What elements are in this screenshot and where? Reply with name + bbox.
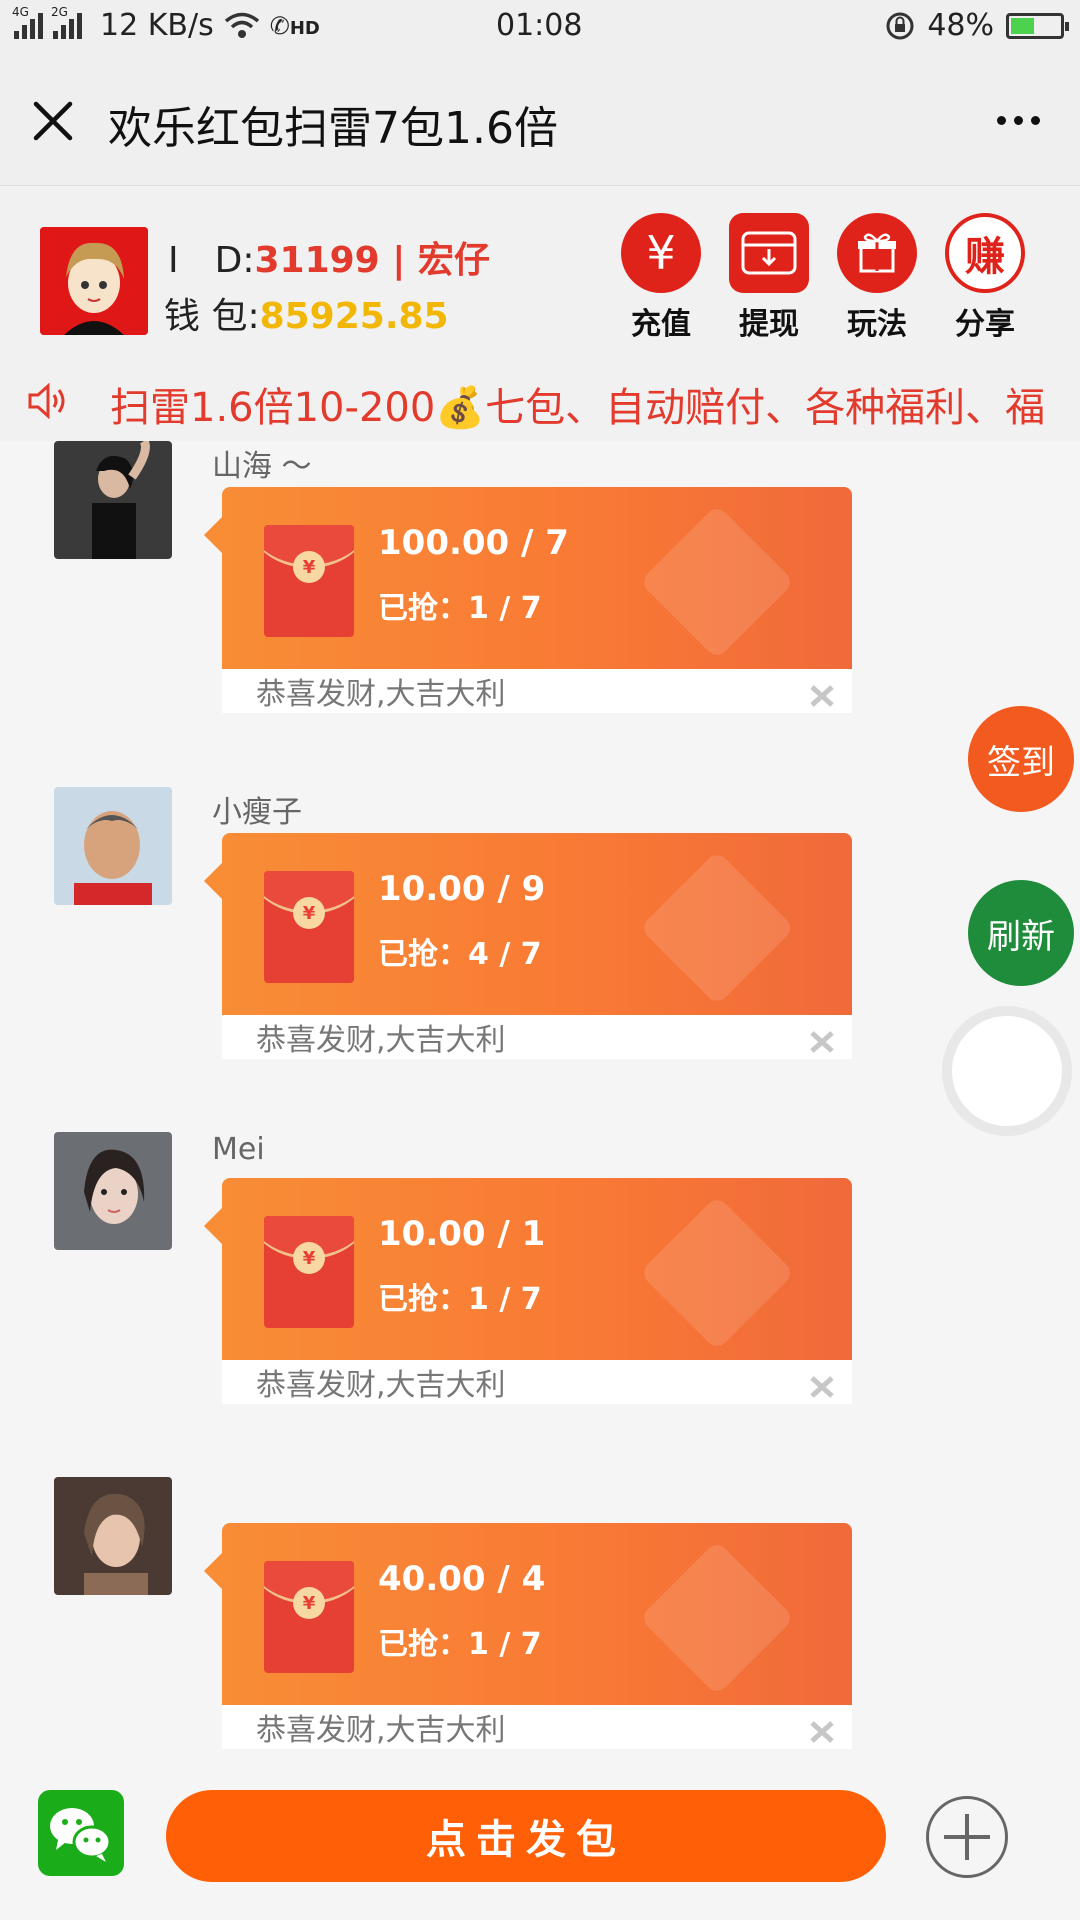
- gift-icon: [837, 213, 917, 293]
- rules-button[interactable]: 玩法: [832, 213, 922, 343]
- hd-call-icon: ✆HD: [269, 11, 320, 40]
- packet-grabbed: 已抢：4 / 7: [378, 937, 542, 972]
- packet-amount: 100.00 / 7: [378, 523, 569, 563]
- user-id-value: 31199 | 宏仔: [254, 240, 490, 281]
- share-label: 分享: [955, 307, 1015, 342]
- speaker-icon: [28, 382, 65, 420]
- red-packet-card[interactable]: ¥ 40.00 / 4 已抢：1 / 7 恭喜发财,大吉大利: [204, 1523, 852, 1749]
- yen-icon: ¥: [621, 213, 701, 293]
- red-packet-body: ¥ 10.00 / 9 已抢：4 / 7: [204, 833, 852, 1015]
- packet-blessing: 恭喜发财,大吉大利: [256, 677, 506, 712]
- sender-name: 小瘦子: [212, 795, 302, 830]
- send-packet-button[interactable]: 点击发包: [166, 1790, 886, 1882]
- packet-blessing: 恭喜发财,大吉大利: [256, 1713, 506, 1748]
- bottom-bar: 点击发包: [0, 1760, 1080, 1920]
- network-type-1: 4G: [12, 4, 29, 19]
- sender-name: 山海 ～: [212, 449, 312, 484]
- packet-amount: 10.00 / 1: [378, 1214, 546, 1254]
- wifi-icon: [224, 12, 259, 38]
- title-bar: 欢乐红包扫雷7包1.6倍: [0, 56, 1080, 186]
- red-packet-card[interactable]: ¥ 10.00 / 1 已抢：1 / 7 恭喜发财,大吉大利: [204, 1178, 852, 1404]
- red-packet-card[interactable]: ¥ 100.00 / 7 已抢：1 / 7 恭喜发财,大吉大利: [204, 487, 852, 713]
- withdraw-card-icon: [729, 213, 809, 293]
- wallet-value: 85925.85: [259, 296, 449, 337]
- recharge-button[interactable]: ¥ 充值: [616, 213, 706, 343]
- red-envelope-icon: ¥: [264, 1216, 354, 1328]
- withdraw-label: 提现: [739, 307, 799, 342]
- battery-percent: 48%: [927, 8, 994, 43]
- wallet-balance: 钱 包:85925.85: [164, 287, 449, 339]
- red-envelope-icon: ¥: [264, 1561, 354, 1673]
- packet-blessing: 恭喜发财,大吉大利: [256, 1023, 506, 1058]
- packet-grabbed: 已抢：1 / 7: [378, 1282, 542, 1317]
- sender-avatar[interactable]: [54, 787, 172, 905]
- red-envelope-icon: ¥: [264, 871, 354, 983]
- earn-icon: 赚: [945, 213, 1025, 293]
- red-packet-card[interactable]: ¥ 10.00 / 9 已抢：4 / 7 恭喜发财,大吉大利: [204, 833, 852, 1059]
- red-packet-footer: 恭喜发财,大吉大利: [222, 1015, 852, 1059]
- rules-label: 玩法: [847, 307, 907, 342]
- packet-grabbed: 已抢：1 / 7: [378, 591, 542, 626]
- packet-logo-icon: [810, 1031, 834, 1053]
- share-button[interactable]: 赚 分享: [940, 213, 1030, 343]
- withdraw-button[interactable]: 提现: [724, 213, 814, 343]
- rotation-lock-icon: [886, 12, 914, 39]
- wallet-label: 钱 包:: [164, 296, 260, 337]
- assistive-touch-ball[interactable]: [952, 1016, 1062, 1126]
- red-packet-footer: 恭喜发财,大吉大利: [222, 1360, 852, 1404]
- status-bar: 4G 2G 12 KB/s ✆HD 01:08 48%: [0, 0, 1080, 56]
- signal-icon-2: 2G: [51, 5, 82, 39]
- packet-amount: 10.00 / 9: [378, 869, 546, 909]
- packet-logo-icon: [810, 685, 834, 707]
- clock: 01:08: [496, 8, 583, 43]
- close-icon[interactable]: [30, 98, 76, 144]
- red-packet-footer: 恭喜发财,大吉大利: [222, 669, 852, 713]
- status-left: 4G 2G 12 KB/s ✆HD: [12, 5, 320, 44]
- status-right: 48%: [885, 8, 1069, 43]
- packet-logo-icon: [810, 1376, 834, 1398]
- red-envelope-icon: ¥: [264, 525, 354, 637]
- user-id-label: I D:: [168, 240, 255, 281]
- packet-amount: 40.00 / 4: [378, 1559, 546, 1599]
- user-panel: I D:31199 | 宏仔 钱 包:85925.85 ¥ 充值 提现 玩法 赚…: [0, 187, 1080, 357]
- packet-logo-icon: [810, 1721, 834, 1743]
- network-type-2: 2G: [51, 4, 68, 19]
- plus-icon[interactable]: [926, 1796, 1008, 1878]
- packet-grabbed: 已抢：1 / 7: [378, 1627, 542, 1662]
- recharge-label: 充值: [631, 307, 691, 342]
- network-speed: 12 KB/s: [100, 8, 214, 43]
- sender-name: Mei: [212, 1132, 265, 1167]
- sign-in-button[interactable]: 签到: [968, 706, 1074, 812]
- signal-icon: 4G: [12, 5, 43, 39]
- battery-fill: [1011, 17, 1035, 34]
- announcement-text: 扫雷1.6倍10-200💰七包、自动赔付、各种福利、福: [110, 385, 1046, 431]
- announcement-marquee: 扫雷1.6倍10-200💰七包、自动赔付、各种福利、福: [0, 357, 1080, 441]
- user-avatar[interactable]: [40, 227, 148, 335]
- red-packet-body: ¥ 10.00 / 1 已抢：1 / 7: [204, 1178, 852, 1360]
- wechat-icon[interactable]: [38, 1790, 124, 1876]
- refresh-button[interactable]: 刷新: [968, 880, 1074, 986]
- red-packet-body: ¥ 40.00 / 4 已抢：1 / 7: [204, 1523, 852, 1705]
- page-title: 欢乐红包扫雷7包1.6倍: [108, 103, 558, 154]
- more-options-icon[interactable]: [997, 116, 1040, 125]
- packet-blessing: 恭喜发财,大吉大利: [256, 1368, 506, 1403]
- battery-icon: [1006, 12, 1069, 39]
- sender-avatar[interactable]: [54, 1132, 172, 1250]
- sender-avatar[interactable]: [54, 1477, 172, 1595]
- red-packet-body: ¥ 100.00 / 7 已抢：1 / 7: [204, 487, 852, 669]
- sender-avatar[interactable]: [54, 441, 172, 559]
- user-id: I D:31199 | 宏仔: [168, 231, 490, 283]
- red-packet-footer: 恭喜发财,大吉大利: [222, 1705, 852, 1749]
